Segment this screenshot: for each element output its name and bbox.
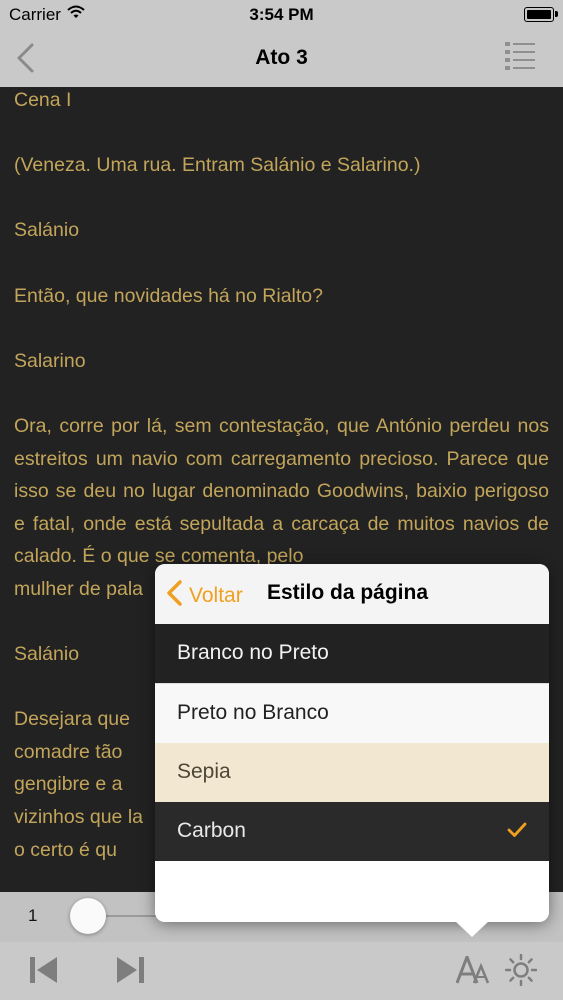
style-option-white-on-black[interactable]: Branco no Preto bbox=[155, 624, 549, 683]
style-option-carbon[interactable]: Carbon bbox=[155, 802, 549, 861]
bottom-toolbar bbox=[0, 942, 563, 1000]
stage-direction: (Veneza. Uma rua. Entram Salánio e Salar… bbox=[14, 154, 421, 177]
popover-empty-area bbox=[155, 862, 549, 922]
status-time: 3:54 PM bbox=[249, 5, 314, 24]
brightness-icon[interactable] bbox=[504, 953, 538, 991]
speaker-name: Salarino bbox=[14, 349, 86, 372]
checkmark-icon bbox=[507, 820, 527, 844]
scene-heading: Cena I bbox=[14, 89, 72, 111]
popover-arrow bbox=[455, 921, 489, 937]
list-icon[interactable] bbox=[505, 40, 535, 77]
popover-header: Voltar Estilo da página bbox=[155, 564, 549, 624]
status-bar: Carrier 3:54 PM bbox=[0, 0, 563, 30]
style-option-sepia[interactable]: Sepia bbox=[155, 743, 549, 802]
page-number: 1 bbox=[28, 906, 38, 925]
skip-back-icon[interactable] bbox=[30, 957, 58, 988]
font-size-icon[interactable] bbox=[455, 952, 490, 989]
option-label: Branco no Preto bbox=[177, 641, 329, 664]
option-label: Carbon bbox=[177, 819, 246, 842]
popover-title: Estilo da página bbox=[267, 581, 429, 604]
battery-icon bbox=[524, 7, 558, 22]
nav-bar: Ato 3 bbox=[0, 30, 563, 87]
back-label: Voltar bbox=[189, 583, 243, 607]
slider-thumb[interactable] bbox=[70, 898, 106, 934]
option-label: Preto no Branco bbox=[177, 701, 329, 724]
speaker-name: Salánio bbox=[14, 219, 80, 242]
page-style-popover: Voltar Estilo da página Branco no Preto … bbox=[155, 564, 549, 922]
chevron-left-icon bbox=[165, 579, 183, 612]
style-option-black-on-white[interactable]: Preto no Branco bbox=[155, 683, 549, 743]
dialogue-line: Ora, corre por lá, sem contestação, que … bbox=[14, 414, 549, 568]
page-title: Ato 3 bbox=[255, 46, 308, 69]
dialogue-line: Então, que novidades há no Rialto? bbox=[14, 284, 323, 307]
option-label: Sepia bbox=[177, 760, 231, 783]
popover-back-button[interactable]: Voltar bbox=[165, 579, 243, 612]
skip-forward-icon[interactable] bbox=[116, 957, 144, 988]
